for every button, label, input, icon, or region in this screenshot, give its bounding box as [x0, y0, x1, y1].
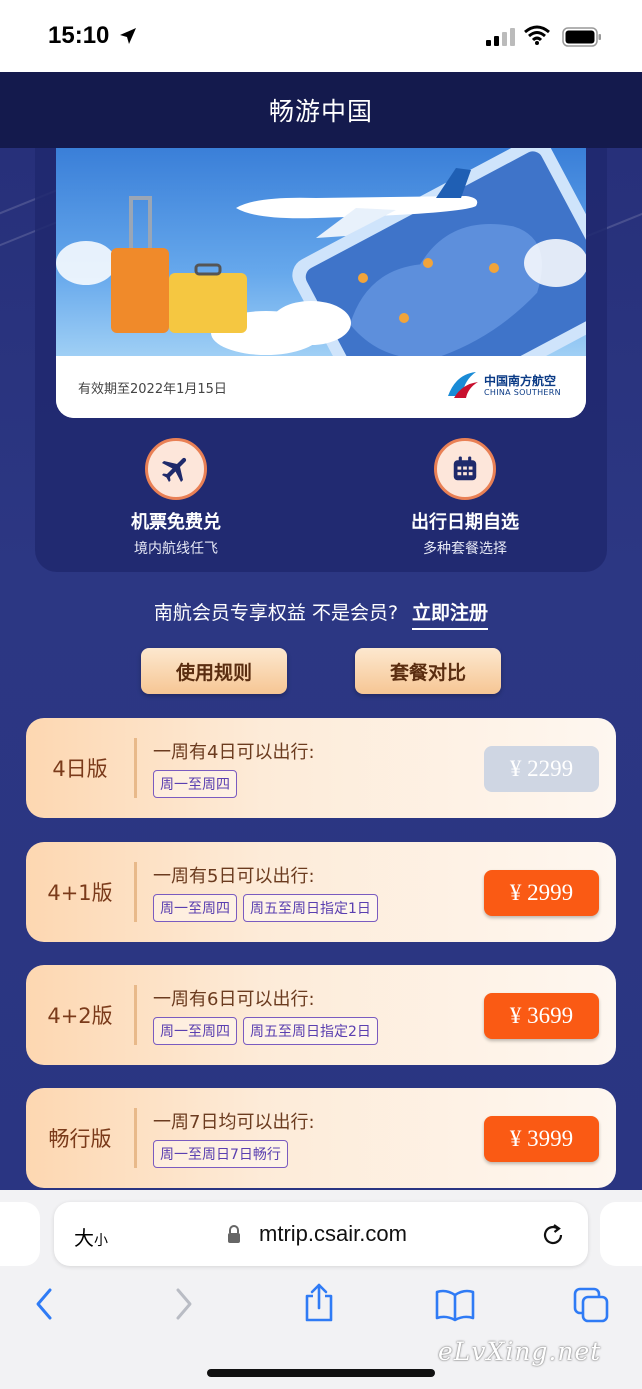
plan-name: 4日版 — [52, 757, 108, 781]
feature-subtitle: 境内航线任飞 — [134, 541, 218, 557]
url-text: mtrip.csair.com — [259, 1221, 407, 1246]
feature-title: 出行日期自选 — [411, 512, 519, 533]
feature-subtitle: 多种套餐选择 — [423, 541, 507, 557]
plan-card-unlimited[interactable]: 畅行版 一周7日均可以出行: 周一至周日7日畅行 ¥ 3999 — [26, 1088, 616, 1188]
member-text: 南航会员专享权益 不是会员? — [153, 602, 399, 624]
calendar-icon — [434, 438, 496, 500]
plan-name: 畅行版 — [48, 1127, 112, 1151]
price-button[interactable]: ¥ 3999 — [484, 1116, 599, 1162]
plan-name: 4+1版 — [47, 881, 113, 905]
plan-tag: 周五至周日指定2日 — [243, 1017, 378, 1045]
share-icon[interactable] — [302, 1282, 336, 1324]
plan-tag: 周一至周日7日畅行 — [153, 1140, 288, 1168]
location-arrow-icon — [120, 28, 136, 44]
usage-rules-button[interactable]: 使用规则 — [141, 648, 287, 694]
divider — [134, 985, 137, 1045]
member-prompt: 南航会员专享权益 不是会员? 立即注册 — [0, 598, 642, 630]
plan-description: 一周7日均可以出行: — [153, 1112, 315, 1133]
plan-tag: 周五至周日指定1日 — [243, 894, 378, 922]
previous-tab-preview[interactable] — [0, 1202, 40, 1266]
feature-title: 机票免费兑 — [131, 512, 221, 533]
plan-card-4plus1[interactable]: 4+1版 一周有5日可以出行: 周一至周四 周五至周日指定1日 ¥ 2999 — [26, 842, 616, 942]
airline-name-cn: 中国南方航空 — [484, 374, 557, 388]
validity-text: 有效期至2022年1月15日 — [78, 382, 227, 397]
travel-illustration — [56, 148, 586, 418]
plan-description: 一周有6日可以出行: — [153, 989, 315, 1010]
wifi-icon — [524, 25, 550, 45]
airline-name-en: CHINA SOUTHERN — [484, 388, 561, 397]
plan-tag: 周一至周四 — [153, 770, 237, 798]
app-header: 畅游中国 — [0, 72, 642, 148]
forward-icon[interactable] — [172, 1286, 196, 1322]
status-time: 15:10 — [48, 22, 110, 49]
price-button[interactable]: ¥ 2299 — [484, 746, 599, 792]
price-button[interactable]: ¥ 2999 — [484, 870, 599, 916]
tabs-icon[interactable] — [572, 1286, 610, 1324]
banner-illustration — [56, 148, 586, 418]
divider — [134, 738, 137, 798]
back-icon[interactable] — [32, 1286, 56, 1322]
plan-compare-button[interactable]: 套餐对比 — [355, 648, 501, 694]
divider — [134, 1108, 137, 1168]
watermark: eLvXing.net — [438, 1337, 602, 1366]
plan-card-4plus2[interactable]: 4+2版 一周有6日可以出行: 周一至周四 周五至周日指定2日 ¥ 3699 — [26, 965, 616, 1065]
plan-tag: 周一至周四 — [153, 1017, 237, 1045]
next-tab-preview[interactable] — [600, 1202, 642, 1266]
plan-description: 一周有5日可以出行: — [153, 866, 315, 887]
reload-icon[interactable] — [540, 1222, 566, 1248]
china-southern-logo-icon — [448, 372, 478, 398]
plan-name: 4+2版 — [47, 1004, 113, 1028]
divider — [134, 862, 137, 922]
airplane-icon — [145, 438, 207, 500]
register-link[interactable]: 立即注册 — [412, 602, 489, 630]
page-title: 畅游中国 — [268, 97, 373, 126]
plan-tag: 周一至周四 — [153, 894, 237, 922]
price-button[interactable]: ¥ 3699 — [484, 993, 599, 1039]
bookmarks-icon[interactable] — [434, 1288, 476, 1322]
promo-banner: 有效期至2022年1月15日 中国南方航空 CHINA SOUTHERN — [56, 148, 586, 418]
plan-card-4day[interactable]: 4日版 一周有4日可以出行: 周一至周四 ¥ 2299 — [26, 718, 616, 818]
cellular-signal-icon — [486, 28, 515, 46]
battery-icon — [562, 27, 601, 47]
status-bar: 15:10 — [0, 0, 642, 72]
address-bar[interactable]: 大小 mtrip.csair.com — [54, 1202, 588, 1266]
plan-description: 一周有4日可以出行: — [153, 742, 315, 763]
home-indicator — [207, 1369, 435, 1377]
